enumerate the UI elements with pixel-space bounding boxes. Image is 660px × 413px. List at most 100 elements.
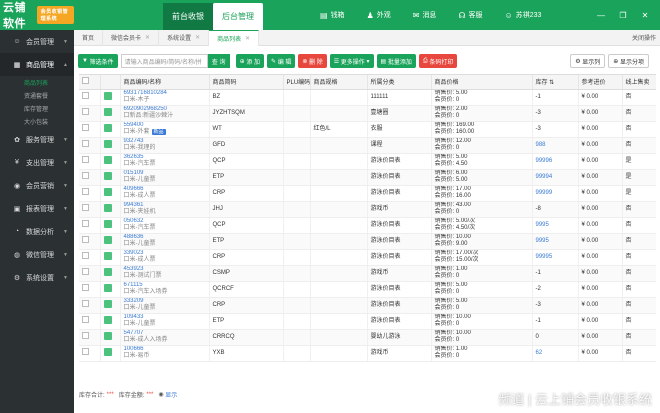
restore-icon[interactable]: ❐ (612, 11, 634, 20)
sidebar-item-members[interactable]: ☺ 会员管理 ▼ (0, 30, 74, 53)
product-code-name[interactable]: 339023 口米-成人票 (120, 249, 210, 266)
row-checkbox[interactable] (79, 281, 101, 298)
tab-front-cashier[interactable]: 前台收银 (163, 3, 213, 30)
close-operations-button[interactable]: 关闭操作 (632, 33, 656, 42)
product-code-name[interactable]: 362635 口米-汽车票 (120, 153, 210, 170)
row-checkbox[interactable] (79, 329, 101, 346)
sidebar-sub-packages[interactable]: 资通套餐 (0, 89, 74, 102)
table-row[interactable]: 109433 口米-儿童票 ETP 游泳价目表 销售价: 10.00 会员价: 0 -1 ¥ … (79, 313, 656, 330)
sidebar-item-settings[interactable]: ⚙ 系统设置 ▼ (0, 266, 74, 289)
table-row[interactable]: 559400 口米-外套 新品 WT 红色/L 衣服 销售价: 169.00 会员价: 160… (79, 121, 656, 138)
table-row[interactable]: 6920902968250 口新品:新疆沙棘汁 JYZHTSQM 壹塘圈 销售价: 2.… (79, 105, 656, 122)
edit-button[interactable]: ✎ 编 辑 (267, 54, 296, 68)
table-row[interactable]: 409666 口米-成人票 CRP 游泳价目表 销售价: 17.00 会员价: 16.00… (79, 185, 656, 202)
table-row[interactable]: 453923 口米-测试门票 CSMP 游戏币 销售价: 1.00 会员价: 0 -1 ¥ 0… (79, 265, 656, 282)
header-online[interactable]: 线上售卖 (622, 75, 656, 90)
eye-icon[interactable]: ◉ (158, 391, 165, 398)
product-code-name[interactable]: 994361 口米-夹娃机 (120, 201, 210, 218)
sidebar-sub-product-list[interactable]: 商品列表 (0, 76, 74, 89)
header-category[interactable]: 所属分类 (367, 75, 432, 90)
product-code-name[interactable]: 453923 口米-测试门票 (120, 265, 210, 282)
top-link-messages[interactable]: ✉ 消息 (413, 10, 437, 20)
row-checkbox[interactable] (79, 265, 101, 282)
product-code-name[interactable]: 409666 口米-成人票 (120, 185, 210, 202)
header-price[interactable]: 商品价格 (431, 75, 533, 90)
search-button[interactable]: 查 询 (207, 54, 230, 68)
table-row[interactable]: 932743 口米-我理的 GFD 课程 销售价: 12.00 会员价: 0 988 ¥ 0.… (79, 137, 656, 154)
close-icon[interactable]: ✕ (195, 34, 200, 41)
sidebar-item-wechat[interactable]: ◍ 微信管理 ▼ (0, 243, 74, 266)
sidebar-sub-packaging[interactable]: 大小包装 (0, 115, 74, 128)
sort-icon[interactable]: ⇅ (548, 80, 554, 86)
table-row[interactable]: 339023 口米-成人票 CRP 游泳价目表 销售价: 17.00/次 会员价: 15.… (79, 249, 656, 266)
top-link-support[interactable]: ☊ 客服 (458, 10, 482, 20)
product-code-name[interactable]: 6931716810284 口米-木子 (120, 89, 210, 106)
barcode-print-button[interactable]: ⎙ 条码打印 (418, 54, 458, 68)
table-row[interactable]: 362635 口米-汽车票 QCP 游泳价目表 销售价: 5.00 会员价: 4.50 99… (79, 153, 656, 170)
show-columns-button[interactable]: ⚙ 显示列 (570, 54, 606, 68)
row-checkbox[interactable] (79, 153, 101, 170)
sidebar-item-services[interactable]: ✿ 服务管理 ▼ (0, 128, 74, 151)
row-checkbox[interactable] (79, 169, 101, 186)
show-sub-items-button[interactable]: ⊕ 显示分项 (608, 54, 649, 68)
header-code-name[interactable]: 商品编码/名称 (120, 75, 210, 90)
table-row[interactable]: 547707 口米-成人入场券 CRRCQ 婴幼儿游泳 销售价: 10.00 会员价: 0… (79, 329, 656, 346)
product-code-name[interactable]: 488636 口米-儿童票 (120, 233, 210, 250)
row-checkbox[interactable] (79, 345, 101, 362)
header-spec[interactable]: 商品规格 (310, 75, 368, 90)
close-icon[interactable]: ✕ (145, 34, 150, 41)
header-short-code[interactable]: 商品简码 (209, 75, 284, 90)
table-row[interactable]: 488636 口米-儿童票 ETP 游泳价目表 销售价: 10.00 会员价: 9.00 9… (79, 233, 656, 250)
row-checkbox[interactable] (79, 233, 101, 250)
table-row[interactable]: 994361 口米-夹娃机 JHJ 游戏币 销售价: 43.00 会员价: 0 -8 ¥ 0.… (79, 201, 656, 218)
sidebar-sub-inventory[interactable]: 库存管理 (0, 102, 74, 115)
product-code-name[interactable]: 559400 口米-外套 新品 (120, 121, 210, 138)
row-checkbox[interactable] (79, 249, 101, 266)
tab-home[interactable]: 首页 (74, 29, 104, 46)
add-button[interactable]: ⊕ 添 加 (235, 54, 264, 68)
product-code-name[interactable]: 547707 口米-成人入场券 (120, 329, 210, 346)
row-checkbox[interactable] (79, 313, 101, 330)
sidebar-item-marketing[interactable]: ◉ 会员营销 ▼ (0, 174, 74, 197)
show-link[interactable]: 显示 (165, 390, 177, 399)
table-row[interactable]: 050632 口米-汽车票 QCP 游泳价目表 销售价: 5.00/次 会员价: 4.50… (79, 217, 656, 234)
row-checkbox[interactable] (79, 185, 101, 202)
batch-add-button[interactable]: ▤ 批量添加 (376, 54, 416, 68)
product-code-name[interactable]: 671115 口米-汽车入场券 (120, 281, 210, 298)
more-operations-button[interactable]: ☰ 更多操作 ▾ (329, 54, 374, 68)
product-code-name[interactable]: 932743 口米-我理的 (120, 137, 210, 154)
filter-button[interactable]: ▼ 筛选条件 (78, 54, 118, 68)
row-checkbox[interactable] (79, 201, 101, 218)
row-checkbox[interactable] (79, 137, 101, 154)
sidebar-item-analytics[interactable]: ◔ 数据分析 ▼ (0, 220, 74, 243)
table-row[interactable]: 6931716810284 口米-木子 BZ 111111 销售价: 5.00 会员价: … (79, 89, 656, 106)
row-checkbox[interactable] (79, 297, 101, 314)
row-checkbox[interactable] (79, 121, 101, 138)
top-link-appearance[interactable]: ♟ 外观 (367, 10, 391, 20)
table-row[interactable]: 333209 口米-儿童票 CRP 游泳价目表 销售价: 5.00 会员价: 0 -3 ¥ 0… (79, 297, 656, 314)
product-code-name[interactable]: 100666 口米-易币 (120, 345, 210, 362)
header-cost[interactable]: 参考进价 (578, 75, 623, 90)
table-row[interactable]: 100666 口米-易币 YXB 游戏币 销售价: 1.00 会员价: 0 62 ¥ 0.00… (79, 345, 656, 362)
close-icon[interactable]: ✕ (634, 11, 656, 20)
row-checkbox[interactable] (79, 217, 101, 234)
header-stock[interactable]: 库存 ⇅ (532, 75, 579, 90)
select-all-checkbox[interactable] (79, 75, 101, 90)
table-row[interactable]: 015109 口米-儿童票 ETP 游泳价目表 销售价: 6.00 会员价: 5.00 99… (79, 169, 656, 186)
row-checkbox[interactable] (79, 89, 101, 106)
search-input[interactable]: 请输入商品编码/简码/名称/拼 (120, 54, 208, 68)
top-link-cashbox[interactable]: ▤ 钱箱 (320, 10, 345, 20)
sidebar-item-products[interactable]: ▦ 商品管理 ▲ (0, 53, 74, 76)
top-link-user[interactable]: ☺ 苏祺233 (505, 10, 542, 20)
product-code-name[interactable]: 6920902968250 口新品:新疆沙棘汁 (120, 105, 210, 122)
tab-system-settings[interactable]: 系统设置 ✕ (159, 29, 210, 46)
minimize-icon[interactable]: — (590, 11, 612, 20)
product-code-name[interactable]: 333209 口米-儿童票 (120, 297, 210, 314)
delete-button[interactable]: ⊗ 删 除 (298, 54, 327, 68)
tab-backend-admin[interactable]: 后台管理 (213, 3, 263, 30)
product-code-name[interactable]: 109433 口米-儿童票 (120, 313, 210, 330)
sidebar-item-reports[interactable]: ▣ 报表管理 ▼ (0, 197, 74, 220)
header-plu[interactable]: PLU编码 (283, 75, 311, 90)
row-checkbox[interactable] (79, 105, 101, 122)
tab-wechat-card[interactable]: 微信会员卡 ✕ (103, 29, 160, 46)
